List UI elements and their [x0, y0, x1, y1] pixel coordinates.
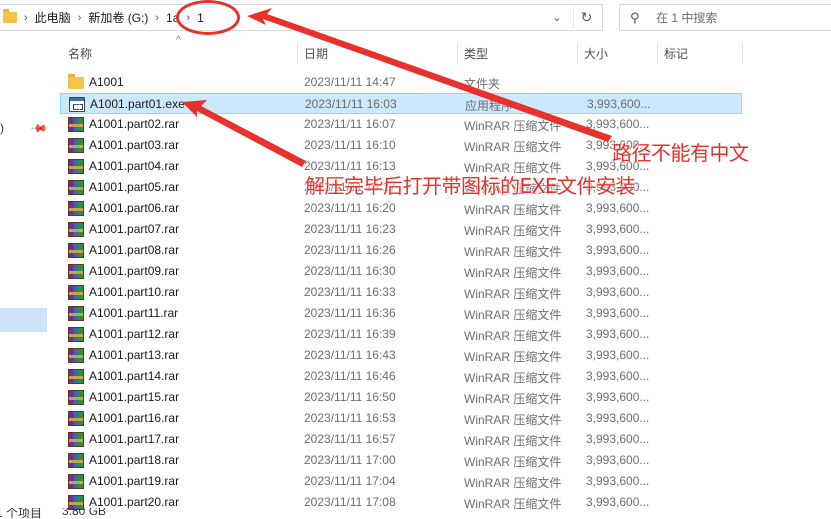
annotation-arrow-exe	[182, 100, 306, 167]
annotation-path-note: 路径不能有中文	[612, 141, 749, 165]
annotation-arrow-path	[247, 8, 612, 142]
annotation-arrows	[182, 8, 612, 167]
annotation-install-note: 解压完毕后打开带图标的EXE文件安装	[305, 174, 635, 198]
